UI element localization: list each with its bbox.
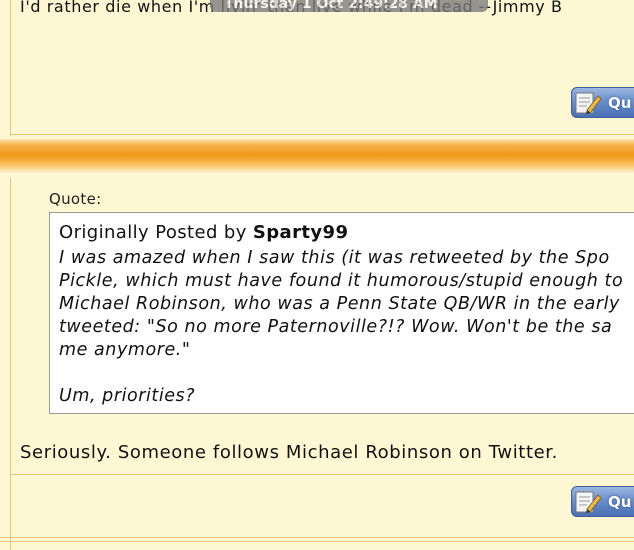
post-bottom-divider [0,541,634,542]
post-footer-divider [10,134,634,135]
timestamp-tooltip: Thursday 1 Oct 2:49:28 AM [210,0,488,12]
quote-button-label: Qu [608,94,632,112]
tooltip-text: Thursday 1 Oct 2:49:28 AM [224,0,438,12]
quote-button[interactable]: Qu [571,87,634,118]
quote-line: Michael Robinson, who was a Penn State Q… [59,294,620,314]
quote-button-label: Qu [608,493,632,511]
quote-pencil-icon [575,92,602,114]
quote-line: Pickle, which must have found it humorou… [59,271,624,291]
quote-button[interactable]: Qu [571,486,634,517]
quote-attribution: Originally Posted by Sparty99 [59,222,348,243]
quote-line: tweeted: "So no more Paternoville?!? Wow… [59,317,613,337]
post-left-border [10,178,11,550]
post-footer-divider [10,474,634,475]
quote-box: Originally Posted by Sparty99 I was amaz… [49,212,634,414]
post-message: Seriously. Someone follows Michael Robin… [20,442,558,463]
post-bottom-divider [0,537,634,538]
quote-prefix: Originally Posted by [59,222,247,243]
quote-pencil-icon [575,491,602,513]
quote-line: I was amazed when I saw this (it was ret… [59,248,610,268]
post-left-border [10,0,11,136]
quote-label: Quote: [49,190,102,208]
quote-line: me anymore." [59,340,191,360]
previous-post [0,0,634,136]
post-separator [0,139,634,173]
quote-line: Um, priorities? [59,386,196,406]
quote-author: Sparty99 [252,222,349,243]
